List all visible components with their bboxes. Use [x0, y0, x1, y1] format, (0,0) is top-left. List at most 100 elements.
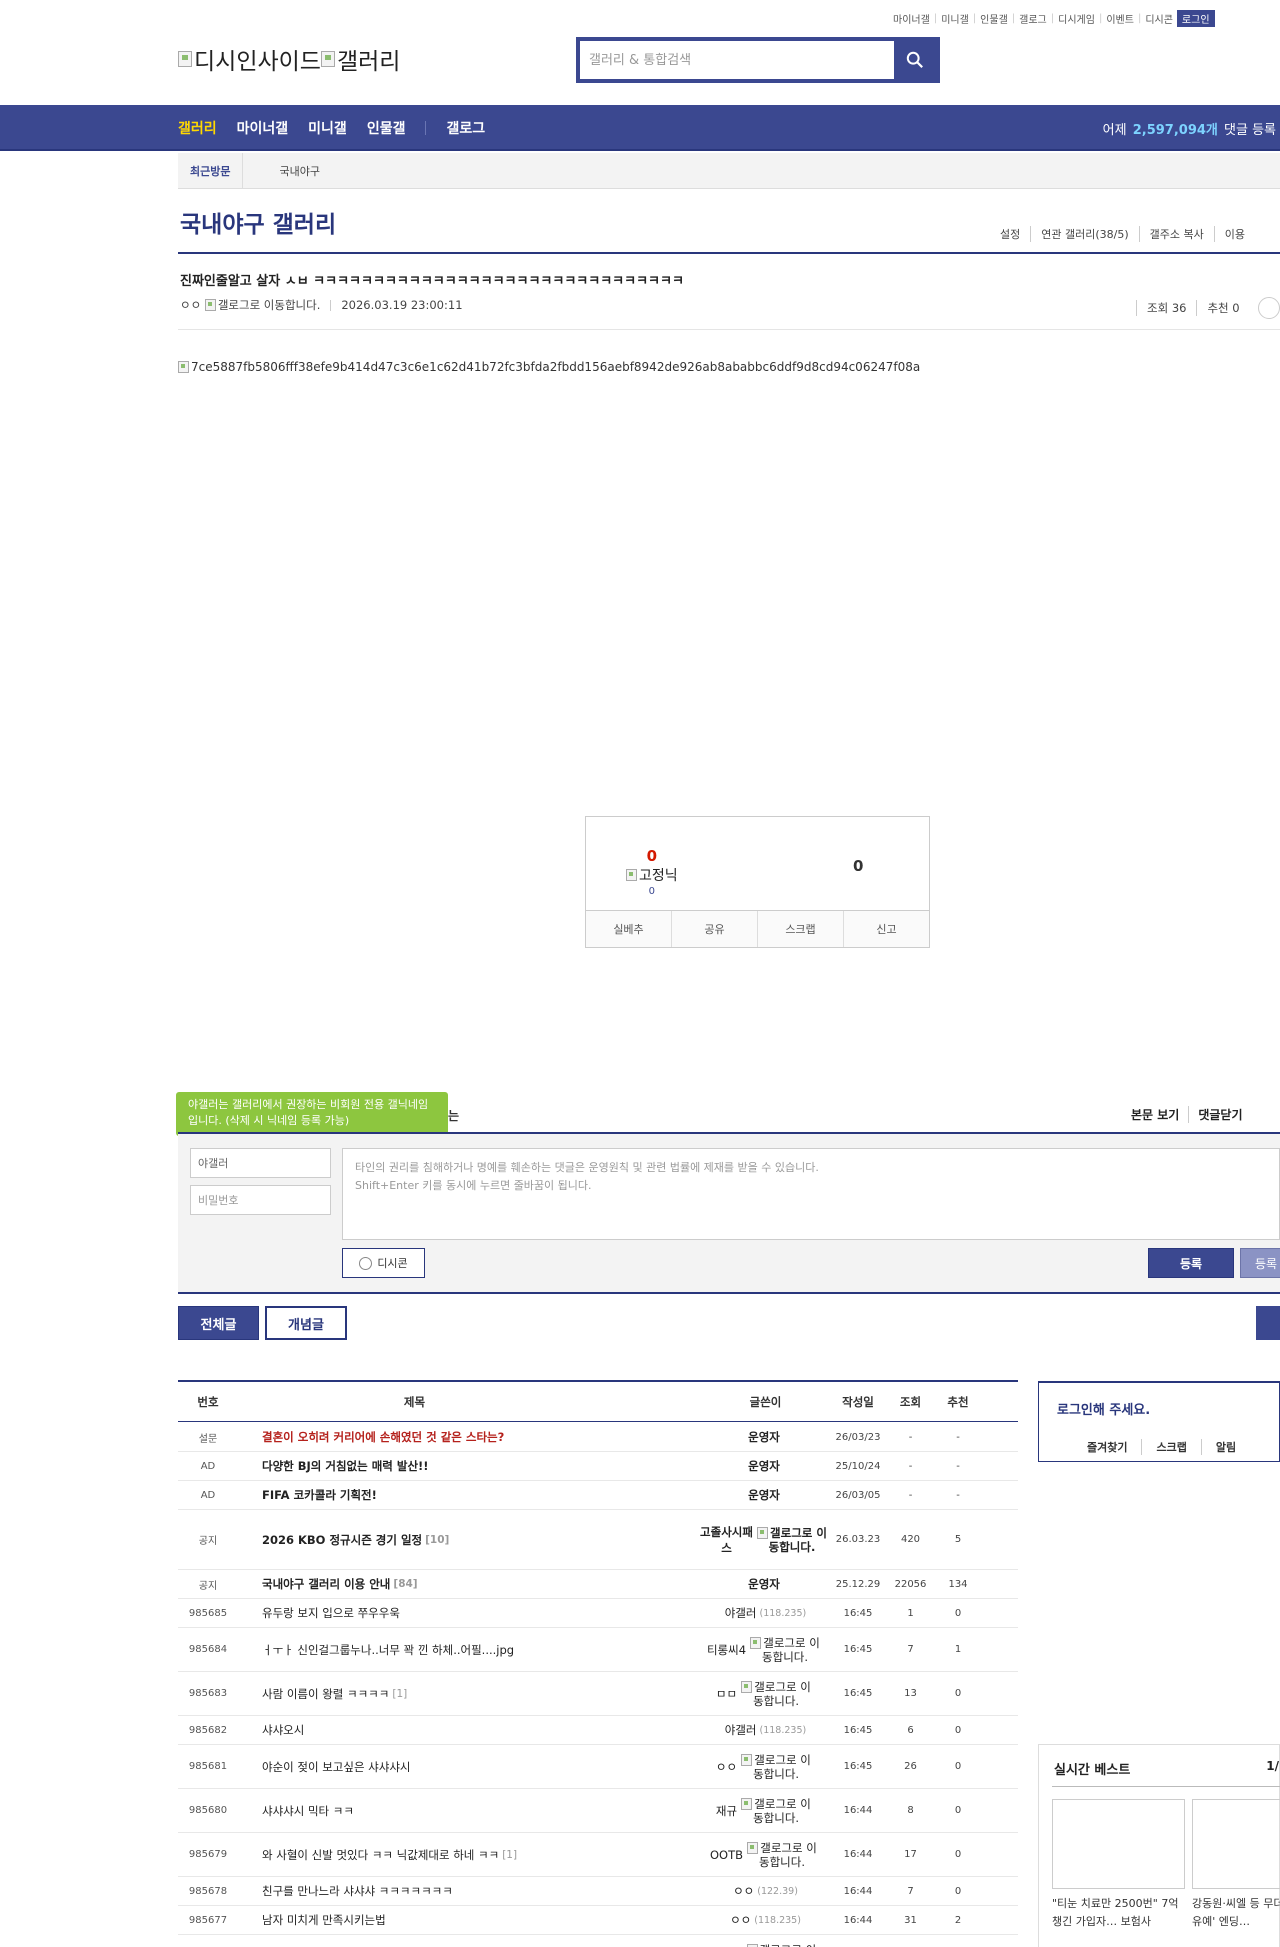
util-link-game[interactable]: 디시게임: [1058, 11, 1095, 26]
post-title-link[interactable]: 다양한 BJ의 거침없는 매력 발산!!: [262, 1452, 702, 1480]
writer-name[interactable]: 운영자: [748, 1458, 780, 1474]
writer-name[interactable]: 야갤러: [725, 1605, 757, 1621]
writer-name[interactable]: OOTB: [710, 1848, 743, 1862]
search-input[interactable]: [580, 41, 894, 79]
post-title-link[interactable]: 2026 KBO 정규시즌 경기 일정 [10]: [262, 1510, 702, 1569]
share-button[interactable]: 공유: [671, 911, 757, 947]
gallog-alt[interactable]: 갤로그로 이동합니다.: [759, 1841, 817, 1869]
writer-name[interactable]: 운영자: [748, 1487, 780, 1503]
scrap-link[interactable]: 스크랩: [1141, 1439, 1200, 1455]
close-comments-link[interactable]: 댓글닫기: [1188, 1106, 1251, 1123]
post-title-text[interactable]: 유두랑 보지 입으로 쭈우우욱: [262, 1605, 400, 1621]
post-title-text[interactable]: 다양한 BJ의 거침없는 매력 발산!!: [262, 1458, 429, 1474]
post-title-text[interactable]: 결혼이 오히려 커리어에 손해였던 것 같은 스타는?: [262, 1429, 504, 1445]
gallog-icon[interactable]: [741, 1798, 753, 1810]
writer-name[interactable]: 운영자: [748, 1429, 780, 1445]
gallog-icon[interactable]: [741, 1681, 753, 1693]
post-writer[interactable]: ㅇㅇ: [180, 297, 201, 313]
recommend-down-count[interactable]: 0: [853, 857, 863, 875]
gallog-icon[interactable]: [747, 1842, 759, 1854]
best-caption[interactable]: "티눈 치료만 2500번" 7억 챙긴 가입자… 보험사: [1052, 1895, 1185, 1931]
post-title-link[interactable]: 결혼이 오히려 커리어에 손해였던 것 같은 스타는?: [262, 1423, 702, 1451]
comment-submit-button[interactable]: 등록: [1148, 1248, 1234, 1278]
post-title-link[interactable]: 사람 이름이 왕렬 ㅋㅋㅋㅋ [1]: [262, 1672, 702, 1715]
search-button[interactable]: [894, 41, 936, 79]
writer-name[interactable]: ㅇㅇ: [733, 1883, 754, 1899]
best-caption[interactable]: 강동원·씨엘 등 무더기 '기소유예' 엔딩…: [1192, 1895, 1280, 1931]
silbe-recommend-button[interactable]: 실베추: [586, 911, 671, 947]
util-link-person[interactable]: 인물갤: [980, 11, 1008, 26]
gallog-icon[interactable]: [741, 1754, 753, 1766]
dccon-button[interactable]: 디시콘: [342, 1248, 425, 1278]
post-title-link[interactable]: 와 사혈이 신발 멋있다 ㅋㅋ 닉값제대로 하네 ㅋㅋ [1]: [262, 1833, 702, 1876]
gallog-alt[interactable]: 갤로그로 이동합니다.: [753, 1753, 811, 1781]
post-title-link[interactable]: 국내야구 갤러리 이용 안내 [84]: [262, 1570, 702, 1598]
util-link-event[interactable]: 이벤트: [1106, 11, 1134, 26]
recent-visit-item[interactable]: 국내야구: [243, 163, 319, 179]
reply-count[interactable]: [1]: [392, 1688, 407, 1700]
comment-textarea[interactable]: 타인의 권리를 침해하거나 명예를 훼손하는 댓글은 운영원칙 및 관련 법률에…: [342, 1148, 1280, 1240]
writer-name[interactable]: 고졸사시패스: [700, 1524, 753, 1556]
post-title-link[interactable]: 샤샤샤시 믹타 ㅋㅋ: [262, 1789, 702, 1832]
scrap-button[interactable]: 스크랩: [757, 911, 843, 947]
writer-name[interactable]: 야갤러: [725, 1722, 757, 1738]
more-circle-button[interactable]: [1257, 297, 1280, 319]
writer-name[interactable]: 티롱씨4: [707, 1642, 746, 1658]
post-title-text[interactable]: 샤샤오시: [262, 1722, 304, 1738]
writer-name[interactable]: ㅇㅇ: [716, 1759, 737, 1775]
tab-all-posts[interactable]: 전체글: [178, 1306, 259, 1340]
post-title-link[interactable]: 남자 미치게 만족시키는법: [262, 1906, 702, 1934]
gallog-alt[interactable]: 갤로그로 이동합니다.: [758, 1943, 817, 1947]
reply-count[interactable]: [1]: [502, 1849, 517, 1861]
report-button[interactable]: 신고: [843, 911, 929, 947]
post-title-text[interactable]: 국내야구 갤러리 이용 안내: [262, 1576, 390, 1592]
post-title-link[interactable]: 친구를 만나느라 샤샤샤 ㅋㅋㅋㅋㅋㅋㅋ: [262, 1877, 702, 1905]
gallog-alt[interactable]: 갤로그로 이동합니다.: [218, 297, 321, 313]
post-title-text[interactable]: 샤샤샤시 믹타 ㅋㅋ: [262, 1803, 354, 1819]
nav-item-minor[interactable]: 마이너갤: [237, 118, 289, 138]
post-title-text[interactable]: 친구를 만나느라 샤샤샤 ㅋㅋㅋㅋㅋㅋㅋ: [262, 1883, 453, 1899]
reply-count[interactable]: [84]: [393, 1578, 417, 1590]
site-logo[interactable]: 디시인사이드 갤러리: [178, 42, 400, 76]
gallery-title[interactable]: 국내야구 갤러리: [180, 205, 336, 239]
post-title-link[interactable]: 유두랑 보지 입으로 쭈우우욱: [262, 1599, 702, 1627]
comment-password-input[interactable]: [190, 1185, 331, 1215]
post-title-text[interactable]: 남자 미치게 만족시키는법: [262, 1912, 386, 1928]
post-title-text[interactable]: 와 사혈이 신발 멋있다 ㅋㅋ 닉값제대로 하네 ㅋㅋ: [262, 1847, 499, 1863]
nav-item-gallog[interactable]: 갤로그: [446, 118, 485, 138]
gallog-icon[interactable]: [757, 1527, 769, 1539]
post-title-text[interactable]: ㅓㅜㅏ 신인걸그룹누나..너무 꽉 낀 하체..어필....jpg: [262, 1642, 514, 1658]
post-title-link[interactable]: 이젠 까마득해요: [262, 1935, 702, 1947]
util-link-dccon[interactable]: 디시콘: [1145, 11, 1173, 26]
copy-gallery-address-link[interactable]: 갤주소 복사: [1138, 226, 1214, 242]
recent-visit-title[interactable]: 최근방문: [178, 152, 244, 189]
util-link-minor[interactable]: 마이너갤: [893, 11, 930, 26]
tab-concept-posts[interactable]: 개념글: [265, 1306, 347, 1340]
post-title-text[interactable]: 2026 KBO 정규시즌 경기 일정: [262, 1532, 422, 1548]
post-title-link[interactable]: FIFA 코카콜라 기획전!: [262, 1481, 702, 1509]
writer-name[interactable]: 운영자: [748, 1576, 780, 1592]
gallog-alt[interactable]: 갤로그로 이동합니다.: [769, 1526, 827, 1554]
gallery-settings-link[interactable]: 설정: [990, 226, 1030, 242]
writer-name[interactable]: ㅁㅁ: [716, 1686, 737, 1702]
view-body-link[interactable]: 본문 보기: [1122, 1106, 1188, 1123]
post-title-link[interactable]: ㅓㅜㅏ 신인걸그룹누나..너무 꽉 낀 하체..어필....jpg: [262, 1628, 702, 1671]
post-title-link[interactable]: 샤샤오시: [262, 1716, 702, 1744]
best-thumbnail[interactable]: [1052, 1799, 1185, 1889]
post-title-text[interactable]: FIFA 코카콜라 기획전!: [262, 1487, 377, 1503]
util-link-mini[interactable]: 미니갤: [941, 11, 969, 26]
writer-name[interactable]: ㅇㅇ: [730, 1912, 751, 1928]
util-link-gallog[interactable]: 갤로그: [1019, 11, 1047, 26]
post-title-text[interactable]: 야순이 젖이 보고싶은 샤샤샤시: [262, 1759, 411, 1775]
gallog-alt[interactable]: 갤로그로 이동합니다.: [753, 1680, 811, 1708]
nav-item-person[interactable]: 인물갤: [367, 118, 406, 138]
writer-name[interactable]: 재규: [716, 1803, 737, 1819]
gallog-icon[interactable]: [750, 1637, 762, 1649]
related-gallery-link[interactable]: 연관 갤러리(38/5): [1030, 226, 1138, 242]
nav-item-mini[interactable]: 미니갤: [308, 118, 347, 138]
login-prompt[interactable]: 로그인해 주세요.: [1057, 1399, 1150, 1418]
post-title-text[interactable]: 사람 이름이 왕렬 ㅋㅋㅋㅋ: [262, 1686, 389, 1702]
write-button[interactable]: [1256, 1306, 1280, 1340]
login-button[interactable]: 로그인: [1176, 10, 1215, 27]
gallog-alt[interactable]: 갤로그로 이동합니다.: [762, 1636, 820, 1664]
